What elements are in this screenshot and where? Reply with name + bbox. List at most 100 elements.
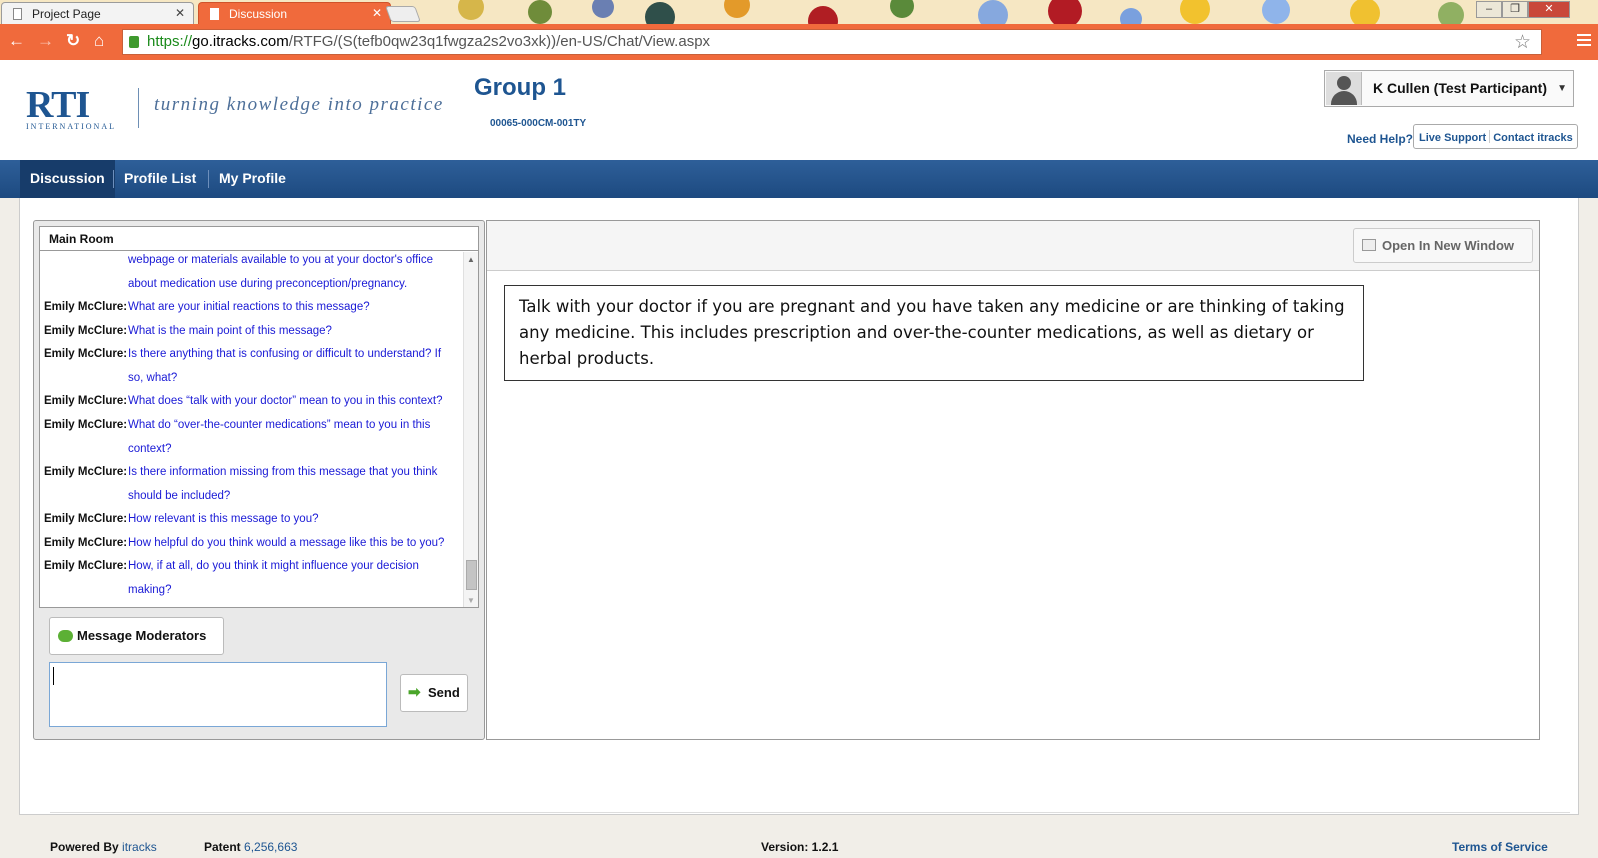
- chat-message: Emily McClure: How, if at all, do you th…: [44, 554, 458, 602]
- message-moderators-button[interactable]: Message Moderators: [49, 617, 224, 655]
- stimulus-message: Talk with your doctor if you are pregnan…: [504, 285, 1364, 381]
- message-text: What is the main point of this message?: [128, 325, 332, 337]
- message-author: Emily McClure:: [44, 325, 128, 337]
- message-author: Emily McClure:: [44, 513, 128, 525]
- chat-message: webpage or materials available to you at…: [44, 251, 458, 296]
- nav-profile-list[interactable]: Profile List: [114, 160, 206, 198]
- scroll-thumb[interactable]: [466, 560, 477, 590]
- decor-dot: [808, 6, 838, 24]
- rti-logo[interactable]: RTI INTERNATIONAL: [26, 86, 126, 131]
- url-host: go.itracks.com: [192, 33, 289, 50]
- patent: Patent 6,256,663: [204, 840, 297, 854]
- avatar: [1326, 72, 1362, 105]
- version-label: Version: 1.2.1: [761, 840, 839, 854]
- close-icon[interactable]: ✕: [372, 6, 382, 20]
- decor-dot: [645, 2, 675, 24]
- itracks-link[interactable]: itracks: [122, 840, 157, 854]
- tab-discussion[interactable]: Discussion ✕: [198, 2, 391, 24]
- message-author: Emily McClure:: [44, 560, 128, 572]
- chat-message: Emily McClure: Is there anything that is…: [44, 342, 458, 390]
- open-new-window-label: Open In New Window: [1382, 238, 1515, 253]
- page-title: Group 1: [474, 74, 567, 101]
- minimize-icon[interactable]: –: [1476, 1, 1502, 18]
- browser-menu-icon[interactable]: [1577, 34, 1591, 48]
- scroll-down-icon[interactable]: ▼: [467, 596, 475, 605]
- scroll-up-icon[interactable]: ▲: [467, 255, 475, 264]
- restore-icon[interactable]: ❐: [1502, 1, 1528, 18]
- stimulus-toolbar: Open In New Window: [487, 221, 1539, 271]
- text-cursor: [53, 667, 54, 685]
- chat-message: Emily McClure: What are your initial rea…: [44, 295, 458, 319]
- decor-dot: [458, 0, 484, 20]
- chat-message: Emily McClure: What do “over-the-counter…: [44, 413, 458, 461]
- terms-of-service-link[interactable]: Terms of Service: [1452, 840, 1548, 854]
- patent-link[interactable]: 6,256,663: [244, 840, 297, 854]
- message-text: How, if at all, do you think it might in…: [128, 560, 419, 596]
- back-arrow-icon[interactable]: ←: [8, 31, 25, 51]
- patent-label: Patent: [204, 840, 241, 854]
- home-icon[interactable]: ⌂: [94, 31, 104, 51]
- tagline: turning knowledge into practice: [154, 94, 444, 115]
- live-support-link[interactable]: Live Support: [1419, 132, 1486, 144]
- decor-dot: [724, 0, 750, 18]
- forward-arrow-icon[interactable]: →: [37, 31, 54, 51]
- decor-dot: [978, 0, 1008, 24]
- decor-dot: [890, 0, 914, 18]
- url-path: /RTFG/(S(tefb0qw23q1fwgza2s2vo3xk))/en-U…: [288, 33, 711, 50]
- new-tab-button[interactable]: [385, 6, 421, 22]
- tab-project-page[interactable]: Project Page ✕: [1, 2, 194, 24]
- message-author: Emily McClure:: [44, 348, 128, 360]
- chat-message-input[interactable]: [49, 662, 387, 727]
- bookmark-star-icon[interactable]: ☆: [1514, 31, 1531, 54]
- open-new-window-button[interactable]: Open In New Window: [1353, 228, 1533, 263]
- page: RTI INTERNATIONAL turning knowledge into…: [0, 60, 1598, 858]
- user-menu[interactable]: K Cullen (Test Participant) ▼: [1324, 70, 1574, 107]
- message-text: What are your initial reactions to this …: [128, 301, 370, 313]
- group-code: 00065-000CM-001TY: [490, 118, 587, 129]
- main-content: Main Room webpage or materials available…: [19, 198, 1579, 854]
- message-list: webpage or materials available to you at…: [40, 251, 460, 607]
- address-bar[interactable]: https://go.itracks.com/RTFG/(S(tefb0qw23…: [122, 29, 1542, 55]
- message-author: Emily McClure:: [44, 537, 128, 549]
- browser-tab-bar: Project Page ✕ Discussion ✕ – ❐ ✕: [0, 0, 1598, 24]
- url-protocol: https://: [147, 33, 193, 50]
- lock-icon: [129, 36, 139, 48]
- send-button[interactable]: ➡ Send: [400, 674, 468, 712]
- message-author: Emily McClure:: [44, 419, 128, 431]
- message-moderators-label: Message Moderators: [77, 628, 207, 643]
- chat-panel: Main Room webpage or materials available…: [33, 220, 485, 740]
- close-icon[interactable]: ✕: [175, 6, 185, 20]
- site-header: RTI INTERNATIONAL turning knowledge into…: [0, 60, 1598, 160]
- message-author: Emily McClure:: [44, 395, 128, 407]
- contact-itracks-link[interactable]: Contact itracks: [1493, 132, 1572, 144]
- main-nav: Discussion Profile List My Profile: [0, 160, 1598, 198]
- window-close-icon[interactable]: ✕: [1528, 1, 1570, 18]
- nav-discussion[interactable]: Discussion: [20, 160, 115, 198]
- reload-icon[interactable]: ↻: [66, 31, 80, 51]
- chat-scrollbar[interactable]: ▲ ▼: [463, 252, 478, 607]
- message-text: How relevant is this message to you?: [128, 513, 319, 525]
- user-name: K Cullen (Test Participant): [1373, 80, 1547, 96]
- chat-bubble-icon: [58, 630, 73, 642]
- need-help-label: Need Help?: [1347, 132, 1414, 146]
- logo-divider: [138, 88, 139, 128]
- message-text: How helpful do you think would a message…: [128, 537, 445, 549]
- document-icon: [13, 8, 22, 20]
- tab-label: Discussion: [229, 7, 288, 21]
- room-title: Main Room: [40, 227, 478, 251]
- message-author: Emily McClure:: [44, 466, 128, 478]
- message-text: What does “talk with your doctor” mean t…: [128, 395, 443, 407]
- message-text: What do “over-the-counter medications” m…: [128, 419, 431, 455]
- chat-room: Main Room webpage or materials available…: [39, 226, 479, 608]
- footer: Powered By itracks Patent 6,256,663 Vers…: [40, 812, 1580, 858]
- nav-my-profile[interactable]: My Profile: [209, 160, 296, 198]
- tab-label: Project Page: [32, 7, 101, 21]
- decor-dot: [1438, 2, 1464, 24]
- decor-dot: [1262, 0, 1290, 24]
- message-text: webpage or materials available to you at…: [128, 254, 433, 290]
- message-author: Emily McClure:: [44, 301, 128, 313]
- document-icon: [210, 8, 219, 20]
- decor-dot: [528, 0, 552, 24]
- browser-toolbar: ← → ↻ ⌂ https://go.itracks.com/RTFG/(S(t…: [0, 24, 1598, 60]
- decor-dot: [592, 0, 614, 18]
